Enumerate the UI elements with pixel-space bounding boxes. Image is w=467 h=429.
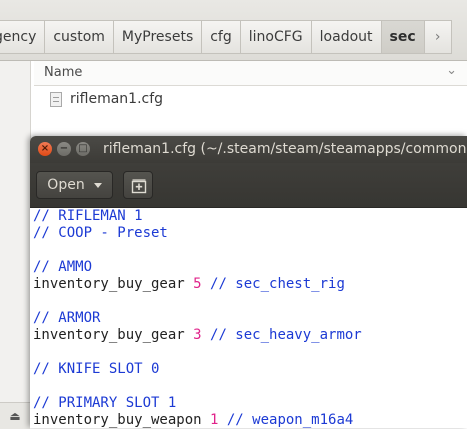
code-number: 5 [193, 276, 202, 292]
code-comment: // KNIFE SLOT 0 [33, 361, 160, 377]
column-header-name[interactable]: Name [44, 65, 82, 80]
chevron-down-icon: ⌄ [446, 63, 457, 78]
code-text: inventory_buy_gear [33, 327, 194, 343]
close-icon[interactable]: × [38, 142, 52, 156]
code-line: // RIFLEMAN 1 [33, 208, 143, 225]
breadcrumb-item[interactable]: loadout [310, 20, 381, 54]
open-button-label: Open [47, 177, 85, 193]
minimize-icon[interactable]: − [57, 142, 71, 156]
text-file-icon [50, 91, 62, 107]
code-comment: // ARMOR [33, 310, 101, 326]
breadcrumb: gencycustomMyPresetscfglinoCFGloadoutsec… [0, 20, 452, 54]
code-comment: // RIFLEMAN 1 [33, 208, 143, 224]
code-number: 3 [193, 327, 202, 343]
chevron-right-icon[interactable]: › [423, 20, 452, 54]
open-button[interactable]: Open [36, 171, 113, 199]
code-comment: // sec_chest_rig [201, 276, 345, 292]
code-comment: // AMMO [33, 259, 93, 275]
path-bar: gencycustomMyPresetscfglinoCFGloadoutsec… [0, 0, 467, 61]
sidebar-footer: ⏏ [0, 402, 30, 429]
code-line: inventory_buy_weapon 1 // weapon_m16a4 [33, 412, 353, 428]
list-item[interactable]: rifleman1.cfg [50, 88, 163, 110]
text-editor[interactable]: // RIFLEMAN 1// COOP - Preset// AMMO inve… [30, 208, 467, 428]
code-line: inventory_buy_gear 3 // sec_heavy_armor [33, 327, 362, 344]
breadcrumb-item[interactable]: linoCFG [239, 20, 311, 54]
code-line: // KNIFE SLOT 0 [33, 361, 159, 378]
code-line: // PRIMARY SLOT 1 [33, 395, 176, 412]
breadcrumb-item[interactable]: MyPresets [112, 20, 202, 54]
window-titlebar[interactable]: × − □ rifleman1.cfg (~/.steam/steam/stea… [30, 136, 467, 163]
code-text: inventory_buy_gear [33, 276, 194, 292]
file-name: rifleman1.cfg [70, 91, 164, 107]
new-document-button[interactable] [123, 171, 153, 199]
code-comment: // COOP - Preset [33, 225, 168, 241]
breadcrumb-item[interactable]: sec [380, 20, 424, 54]
column-header[interactable]: Name ⌄ [34, 61, 467, 86]
code-comment: // sec_heavy_armor [201, 327, 362, 343]
new-document-icon [131, 179, 147, 194]
code-line: inventory_buy_gear 5 // sec_chest_rig [33, 276, 345, 293]
window-title: rifleman1.cfg (~/.steam/steam/steamapps/… [103, 141, 467, 157]
code-text: inventory_buy_weapon [33, 412, 211, 428]
maximize-icon[interactable]: □ [76, 142, 90, 156]
code-line: // ARMOR [33, 310, 100, 327]
places-sidebar [0, 61, 31, 428]
caret-down-icon [93, 182, 102, 188]
code-line: // AMMO [33, 259, 92, 276]
code-line: // COOP - Preset [33, 225, 168, 242]
breadcrumb-item[interactable]: cfg [201, 20, 240, 54]
eject-icon[interactable]: ⏏ [9, 410, 20, 422]
breadcrumb-item[interactable]: custom [44, 20, 113, 54]
editor-window: × − □ rifleman1.cfg (~/.steam/steam/stea… [30, 136, 467, 428]
breadcrumb-item[interactable]: gency [0, 20, 45, 54]
code-comment: // weapon_m16a4 [218, 412, 354, 428]
code-comment: // PRIMARY SLOT 1 [33, 395, 177, 411]
editor-toolbar: Open [30, 163, 467, 208]
